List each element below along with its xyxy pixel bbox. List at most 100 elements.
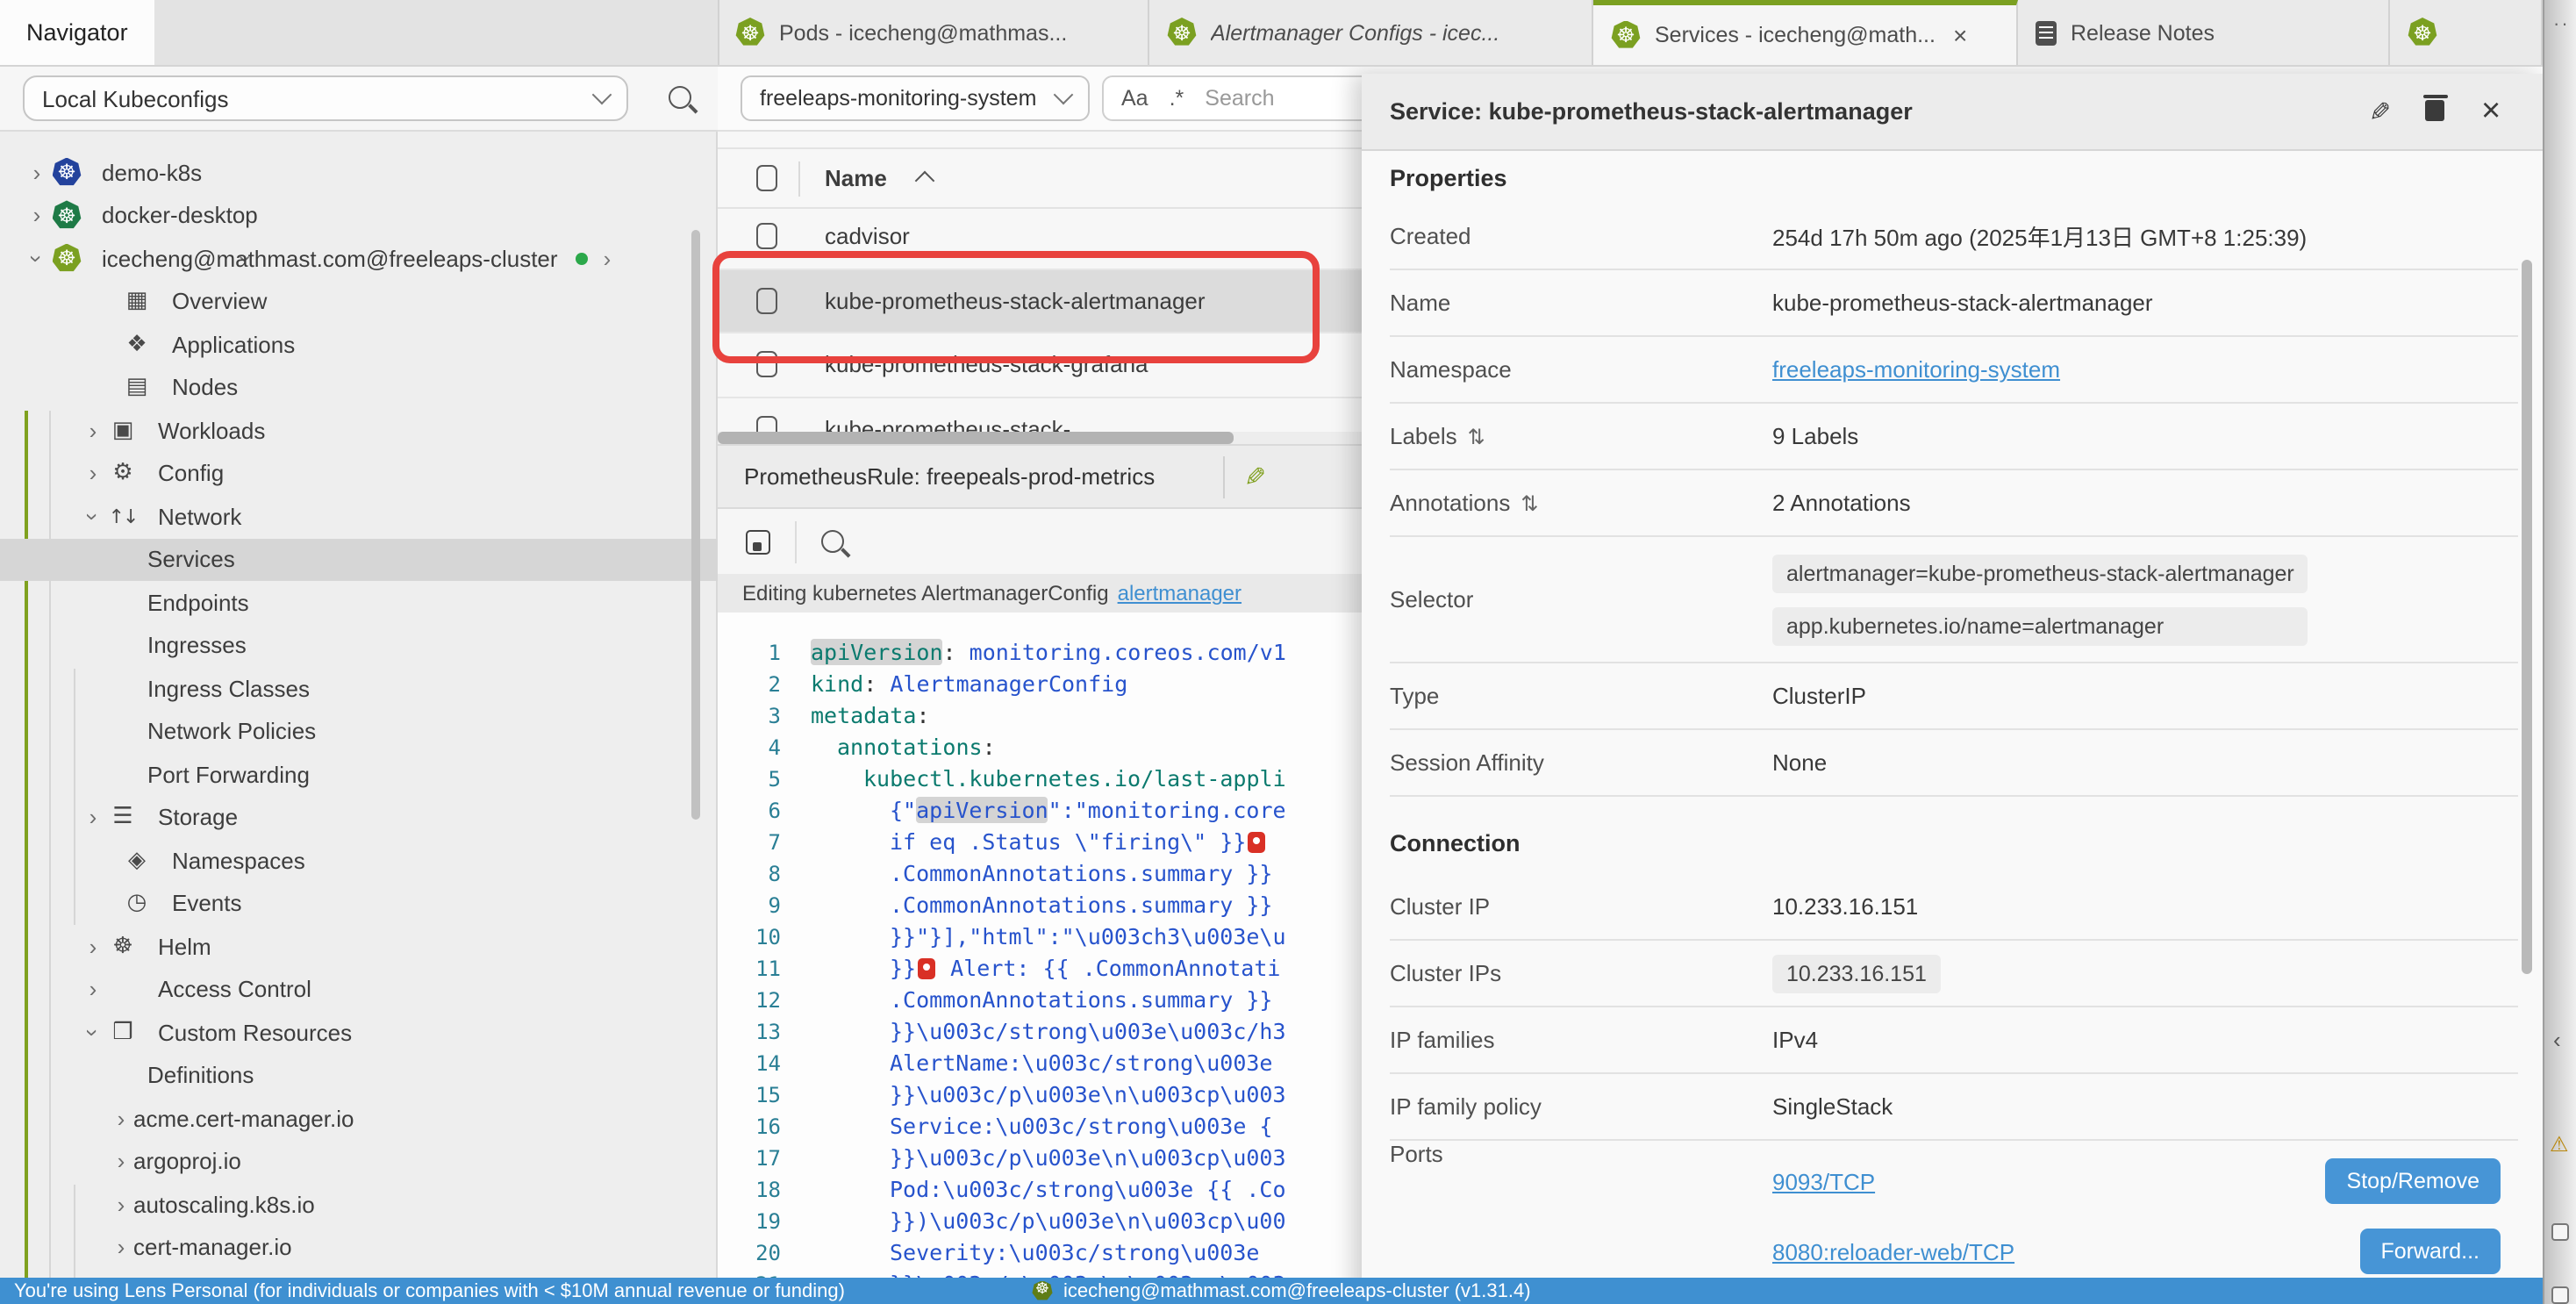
active-cluster-status[interactable]: icecheng@mathmast.com@freeleaps-cluster … (1063, 1280, 1531, 1301)
edit-pencil-icon[interactable]: ✎ (2369, 96, 2391, 127)
port-action-button[interactable]: Forward... (2359, 1229, 2501, 1274)
sidebar-item-label: Namespaces (172, 848, 305, 874)
background-window-button[interactable] (2551, 1223, 2569, 1241)
sidebar-item-workloads[interactable]: ›▣Workloads (0, 409, 718, 452)
sidebar-item-network[interactable]: ›↑↓Network (0, 495, 718, 538)
row-checkbox[interactable] (756, 224, 777, 250)
sidebar-item-definitions[interactable]: Definitions (0, 1054, 718, 1097)
sidebar-item-applications[interactable]: ❖Applications (0, 323, 718, 366)
sidebar-item-docker-desktop[interactable]: ›☸docker-desktop (0, 194, 718, 237)
sort-ascending-icon[interactable] (916, 171, 936, 191)
chevron-expanded-icon[interactable]: › (80, 505, 106, 529)
detail-value: None (1772, 749, 1827, 776)
sort-toggle-icon[interactable]: ⇅ (1468, 424, 1485, 448)
chevron-collapsed-icon[interactable]: › (109, 1149, 133, 1175)
chevron-collapsed-icon[interactable]: › (81, 805, 105, 831)
column-header-name[interactable]: Name (825, 165, 887, 191)
port-link[interactable]: 9093/TCP (1772, 1168, 1875, 1194)
edit-pencil-icon[interactable]: ✎ (1244, 461, 1266, 492)
sidebar-item-ingresses[interactable]: Ingresses (0, 624, 718, 667)
warning-icon[interactable]: ⚠ (2550, 1132, 2569, 1157)
tab-bar: Navigator ☸Pods - icecheng@mathmas...☸Al… (0, 0, 2576, 67)
details-scrollbar[interactable] (2522, 260, 2532, 974)
port-line: 9093/TCP Stop/Remove (1772, 1158, 2518, 1204)
sidebar-item-label: Access Control (158, 977, 311, 1003)
sidebar-item-autoscaling-k8s-io[interactable]: ›autoscaling.k8s.io (0, 1183, 718, 1226)
sort-toggle-icon[interactable]: ⇅ (1521, 491, 1538, 515)
tab-mini[interactable]: ☸ (2390, 0, 2543, 65)
chevron-right-icon[interactable]: › (604, 246, 612, 272)
port-action-button[interactable]: Stop/Remove (2326, 1158, 2501, 1204)
tab-alertmanager[interactable]: ☸Alertmanager Configs - icec... (1149, 0, 1593, 65)
sidebar-item-access-control[interactable]: › Access Control (0, 968, 718, 1011)
chevron-collapsed-icon[interactable]: › (109, 1106, 133, 1132)
chevron-collapsed-icon[interactable]: › (81, 418, 105, 444)
delete-trash-icon[interactable] (2425, 100, 2444, 121)
line-number: 20 (718, 1237, 781, 1269)
chevron-collapsed-icon[interactable]: › (109, 1235, 133, 1261)
sidebar-item-ingress-classes[interactable]: Ingress Classes (0, 667, 718, 710)
line-number: 6 (718, 795, 781, 827)
port-link[interactable]: 8080:reloader-web/TCP (1772, 1238, 2014, 1265)
detail-value: 9 Labels (1772, 423, 1858, 449)
sidebar-item-storage[interactable]: ›☰Storage (0, 796, 718, 839)
line-number: 9 (718, 890, 781, 921)
namespace-select[interactable]: freeleaps-monitoring-system (741, 75, 1090, 121)
sidebar-item-network-policies[interactable]: Network Policies (0, 710, 718, 753)
chevron-collapsed-icon[interactable]: › (25, 160, 49, 186)
line-number: 11 (718, 953, 781, 985)
sidebar-item-nodes[interactable]: ▤Nodes (0, 366, 718, 409)
sidebar-item-cert-manager-io[interactable]: ›cert-manager.io (0, 1226, 718, 1269)
match-case-icon[interactable]: Aa (1121, 86, 1148, 111)
tab-release[interactable]: Release Notes (2018, 0, 2390, 65)
sidebar-item-configuration-konghq-com[interactable]: ›configuration.konghq.com (0, 1269, 718, 1278)
chevron-expanded-icon[interactable]: › (80, 1021, 106, 1045)
sidebar-item-argoproj-io[interactable]: ›argoproj.io (0, 1140, 718, 1183)
kubeconfig-select[interactable]: Local Kubeconfigs (23, 75, 628, 121)
tab-pods[interactable]: ☸Pods - icecheng@mathmas... (718, 0, 1149, 65)
tab-services[interactable]: ☸Services - icecheng@math...× (1593, 0, 2018, 65)
select-all-checkbox[interactable] (756, 165, 777, 191)
editor-search-icon[interactable] (821, 530, 844, 553)
detail-value: 10.233.16.151 (1772, 893, 1918, 920)
section-header-connection: Connection (1362, 797, 2543, 874)
sidebar-item-namespaces[interactable]: ◈Namespaces (0, 839, 718, 882)
chevron-collapsed-icon[interactable]: › (25, 203, 49, 229)
sidebar-item-demo-k8s[interactable]: ›☸demo-k8s (0, 151, 718, 194)
sidebar-item-helm[interactable]: ›☸Helm (0, 925, 718, 968)
kubeconfig-select-value: Local Kubeconfigs (42, 85, 229, 111)
detail-label: Namespace (1390, 356, 1772, 383)
chevron-collapsed-icon[interactable]: › (81, 461, 105, 487)
sidebar-item-overview[interactable]: ▦Overview (0, 280, 718, 323)
sidebar-item-config[interactable]: ›⚙Config (0, 452, 718, 495)
sidebar-item-icecheng-mathmast-com-freeleaps-cluster[interactable]: ›☸icecheng@mathmast.com@freeleaps-cluste… (0, 237, 718, 280)
close-icon[interactable]: × (1953, 21, 1967, 49)
sidebar-item-custom-resources[interactable]: ›❒Custom Resources (0, 1011, 718, 1054)
chevron-collapsed-icon[interactable]: › (109, 1192, 133, 1218)
line-number: 5 (718, 763, 781, 795)
sidebar-item-endpoints[interactable]: Endpoints (0, 581, 718, 624)
sidebar-item-label: Storage (158, 805, 238, 831)
sidebar-item-services[interactable]: Services (0, 538, 718, 581)
horizontal-scrollbar[interactable] (718, 432, 1362, 444)
line-number: 1 (718, 637, 781, 669)
sidebar-item-port-forwarding[interactable]: Port Forwarding (0, 753, 718, 796)
namespace-link[interactable]: freeleaps-monitoring-system (1772, 356, 2060, 383)
alertmanager-config-link[interactable]: alertmanager (1118, 581, 1241, 605)
sidebar-scrollbar[interactable] (691, 230, 700, 820)
chevron-collapsed-icon[interactable]: › (81, 934, 105, 960)
sidebar-item-label: demo-k8s (102, 160, 202, 186)
background-window-button[interactable] (2551, 1286, 2569, 1304)
collapse-chevron-icon[interactable]: ‹ (2553, 1027, 2561, 1053)
search-icon[interactable] (669, 86, 691, 109)
detail-label: Type (1390, 683, 1772, 709)
regex-icon[interactable]: .* (1170, 86, 1184, 111)
chevron-collapsed-icon[interactable]: › (81, 977, 105, 1003)
chevron-expanded-icon[interactable]: › (24, 247, 50, 271)
sidebar-item-acme-cert-manager-io[interactable]: ›acme.cert-manager.io (0, 1097, 718, 1140)
row-checkbox[interactable] (756, 416, 777, 433)
line-number: 12 (718, 985, 781, 1016)
save-icon[interactable] (746, 529, 770, 554)
sidebar-item-events[interactable]: ◷Events (0, 882, 718, 925)
close-icon[interactable]: × (2481, 92, 2501, 131)
